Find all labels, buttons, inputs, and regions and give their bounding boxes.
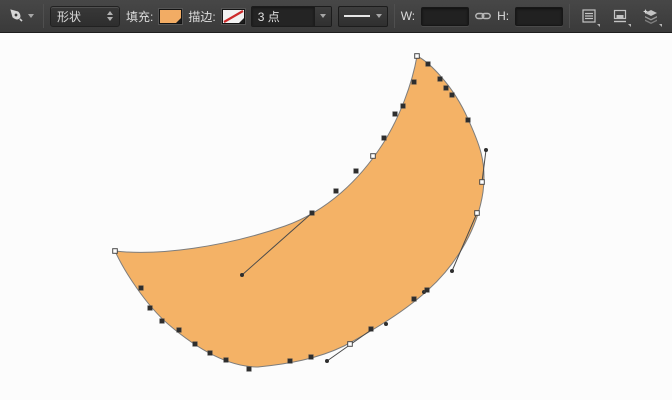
shape-width-input[interactable] [421, 7, 469, 26]
stroke-width-dropdown-button[interactable] [314, 7, 331, 26]
solid-line-icon [344, 15, 370, 17]
link-dimensions-icon[interactable] [475, 11, 491, 21]
anchor-point[interactable] [412, 80, 417, 85]
chevron-down-icon [597, 24, 600, 27]
stroke-label: 描边: [188, 8, 215, 25]
anchor-point[interactable] [208, 351, 213, 356]
anchor-point[interactable] [425, 288, 430, 293]
stroke-width-combo: 3 点 [251, 6, 332, 27]
anchor-point[interactable] [450, 93, 455, 98]
path-alignment-icon [612, 8, 628, 24]
shape-path[interactable] [115, 56, 484, 367]
anchor-point[interactable] [369, 327, 374, 332]
stroke-width-input[interactable]: 3 点 [252, 7, 314, 26]
path-operations-icon [581, 8, 597, 24]
path-alignment-button[interactable] [607, 5, 632, 28]
handle-endpoint[interactable] [325, 359, 329, 363]
tool-preset-caret-icon [28, 14, 34, 18]
chevron-down-icon [659, 24, 662, 27]
anchor-point[interactable] [475, 211, 480, 216]
stroke-style-dropdown[interactable] [338, 6, 388, 27]
width-label: W: [401, 9, 415, 23]
handle-endpoint[interactable] [384, 322, 388, 326]
separator [43, 4, 44, 28]
shape-height-input[interactable] [515, 7, 563, 26]
handle-endpoint[interactable] [450, 269, 454, 273]
anchor-point[interactable] [113, 249, 118, 254]
anchor-point[interactable] [393, 112, 398, 117]
anchor-point[interactable] [334, 189, 339, 194]
handle-endpoint[interactable] [484, 148, 488, 152]
anchor-point[interactable] [401, 104, 406, 109]
tool-mode-label: 形状 [57, 8, 81, 25]
anchor-point[interactable] [288, 359, 293, 364]
anchor-point[interactable] [354, 169, 359, 174]
path-arrangement-button[interactable] [638, 5, 663, 28]
separator [569, 4, 570, 28]
stepper-arrows-icon [107, 11, 113, 21]
anchor-point[interactable] [309, 355, 314, 360]
swatch-caret-icon [176, 18, 181, 23]
anchor-point[interactable] [148, 306, 153, 311]
anchor-point[interactable] [224, 358, 229, 363]
anchor-point[interactable] [371, 154, 376, 159]
anchor-point[interactable] [438, 77, 443, 82]
anchor-point[interactable] [466, 118, 471, 123]
options-bar: 形状 填充: 描边: 3 点 W: H: [0, 0, 672, 33]
shape-path-svg[interactable] [0, 33, 672, 399]
anchor-point[interactable] [382, 136, 387, 141]
anchor-point[interactable] [412, 297, 417, 302]
anchor-point[interactable] [310, 211, 315, 216]
chevron-down-icon [376, 14, 382, 18]
path-operations-button[interactable] [576, 5, 601, 28]
pen-tool-button[interactable] [4, 4, 37, 29]
chevron-down-icon [320, 14, 326, 18]
anchor-point[interactable] [426, 62, 431, 67]
anchor-point[interactable] [415, 54, 420, 59]
anchor-point[interactable] [247, 367, 252, 372]
pen-nib-icon [7, 6, 25, 27]
chevron-down-icon [628, 24, 631, 27]
anchor-point[interactable] [193, 342, 198, 347]
height-label: H: [497, 9, 509, 23]
swatch-caret-icon [239, 18, 244, 23]
path-arrangement-icon [642, 8, 660, 25]
handle-endpoint[interactable] [240, 273, 244, 277]
anchor-point[interactable] [177, 328, 182, 333]
anchor-point[interactable] [139, 286, 144, 291]
anchor-point[interactable] [444, 86, 449, 91]
tool-mode-dropdown[interactable]: 形状 [50, 6, 120, 27]
anchor-point[interactable] [480, 180, 485, 185]
anchor-point[interactable] [348, 342, 353, 347]
fill-label: 填充: [126, 8, 153, 25]
document-canvas[interactable] [0, 33, 672, 399]
stroke-color-swatch[interactable] [222, 9, 245, 24]
fill-color-swatch[interactable] [159, 9, 182, 24]
separator [394, 4, 395, 28]
anchor-point[interactable] [160, 319, 165, 324]
